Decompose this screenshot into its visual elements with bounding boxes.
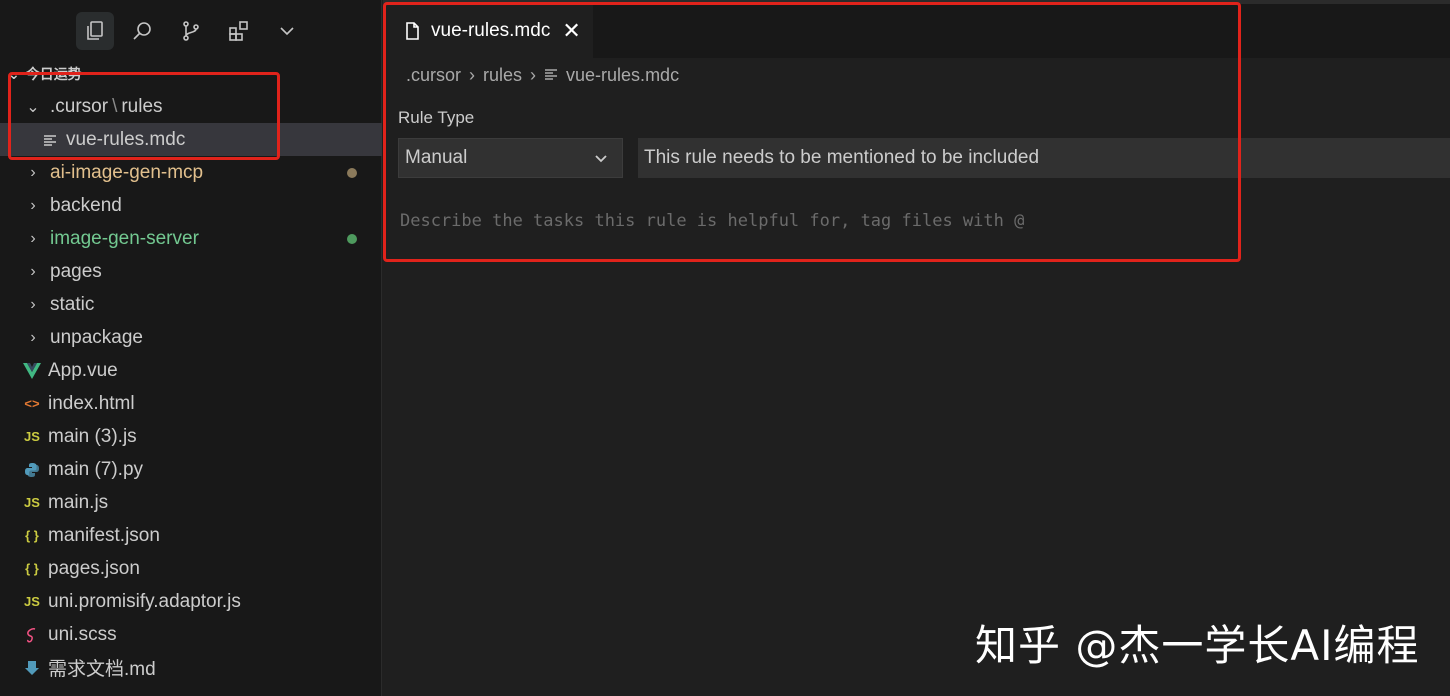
rule-type-description-text: This rule needs to be mentioned to be in…	[644, 147, 1040, 168]
tree-folder-image-gen-server[interactable]: › image-gen-server	[0, 222, 382, 255]
chevron-right-icon: ›	[30, 295, 36, 313]
chevron-right-icon: ›	[469, 64, 476, 85]
tree-file-main-7-py[interactable]: main (7).py	[0, 453, 382, 486]
tree-item-label: App.vue	[48, 359, 118, 381]
extensions-icon[interactable]	[220, 12, 258, 50]
breadcrumb-item[interactable]: .cursor	[406, 65, 461, 86]
tree-file-app-vue[interactable]: App.vue	[0, 354, 382, 387]
chevron-down-icon: ⌄	[26, 98, 40, 116]
json-icon: { }	[25, 528, 39, 543]
watermark: 知乎 @杰一学长AI编程	[975, 621, 1420, 670]
tree-item-label: uni.promisify.adaptor.js	[48, 590, 241, 612]
rule-type-label: Rule Type	[398, 108, 475, 127]
file-icon	[406, 22, 419, 40]
tab-bar: vue-rules.mdc ✕	[383, 0, 1450, 58]
tree-item-label: main (7).py	[48, 458, 144, 480]
tree-item-label: ai-image-gen-mcp	[50, 161, 204, 183]
tree-item-label: backend	[50, 194, 122, 216]
tree-item-label: unpackage	[50, 326, 143, 348]
breadcrumb: .cursor › rules › vue-rules.mdc	[406, 60, 679, 90]
js-icon: JS	[24, 594, 40, 609]
mdc-file-icon	[544, 65, 558, 86]
tree-item-label: static	[50, 293, 95, 315]
tree-item-label: pages	[50, 260, 102, 282]
tree-item-label: pages.json	[48, 557, 140, 579]
explorer-icon[interactable]	[76, 12, 114, 50]
scss-icon	[22, 627, 42, 643]
html-icon: <>	[24, 396, 40, 411]
close-icon[interactable]: ✕	[562, 18, 580, 44]
tree-folder-pages[interactable]: › pages	[0, 255, 382, 288]
tree-file-index-html[interactable]: <> index.html	[0, 387, 382, 420]
search-icon[interactable]	[124, 12, 162, 50]
rule-type-description: This rule needs to be mentioned to be in…	[638, 138, 1450, 178]
workspace-header[interactable]: ⌄ 今日运势	[0, 60, 382, 88]
rule-description-input[interactable]	[398, 205, 1232, 237]
chevron-right-icon: ›	[30, 262, 36, 280]
tree-folder-ai-image-gen-mcp[interactable]: › ai-image-gen-mcp	[0, 156, 382, 189]
tree-item-label: rules	[121, 95, 163, 117]
tree-item-label: .cursor	[50, 95, 109, 117]
untracked-dot-icon	[347, 233, 357, 244]
modified-dot-icon	[347, 167, 357, 178]
breadcrumb-item[interactable]: rules	[483, 65, 522, 86]
js-icon: JS	[24, 429, 40, 444]
tree-item-label: main.js	[48, 491, 109, 513]
tree-file-main-3-js[interactable]: JS main (3).js	[0, 420, 382, 453]
tree-item-label: index.html	[48, 392, 135, 414]
path-separator: \	[112, 95, 118, 117]
tree-file-uni-scss[interactable]: uni.scss	[0, 618, 382, 651]
workspace-name: 今日运势	[25, 66, 82, 82]
tree-file-pages-json[interactable]: { } pages.json	[0, 552, 382, 585]
chevron-down-icon	[592, 149, 610, 173]
tree-file-requirements-md[interactable]: 需求文档.md	[0, 651, 382, 684]
markdown-icon	[22, 660, 42, 676]
chevron-right-icon: ›	[530, 64, 537, 85]
tree-folder-cursor-rules[interactable]: ⌄ .cursor \ rules	[0, 90, 382, 123]
chevron-down-icon[interactable]	[268, 12, 306, 50]
vue-icon	[22, 362, 42, 379]
js-icon: JS	[24, 495, 40, 510]
tree-item-label: image-gen-server	[50, 227, 199, 249]
chevron-down-icon: ⌄	[8, 65, 20, 82]
tab-label: vue-rules.mdc	[431, 20, 551, 41]
tree-item-label: 需求文档.md	[48, 659, 156, 680]
mdc-file-icon	[40, 133, 60, 147]
chevron-right-icon: ›	[30, 328, 36, 346]
json-icon: { }	[25, 561, 39, 576]
rule-type-select[interactable]: Manual	[398, 138, 623, 178]
tree-file-main-js[interactable]: JS main.js	[0, 486, 382, 519]
tree-item-label: manifest.json	[48, 524, 160, 546]
python-icon	[22, 462, 42, 478]
tab-vue-rules[interactable]: vue-rules.mdc ✕	[383, 4, 593, 58]
tree-file-vue-rules[interactable]: vue-rules.mdc	[0, 123, 382, 156]
tree-item-label: vue-rules.mdc	[66, 128, 186, 150]
source-control-icon[interactable]	[172, 12, 210, 50]
tree-folder-backend[interactable]: › backend	[0, 189, 382, 222]
sidebar-toolbar	[0, 0, 382, 60]
breadcrumb-item[interactable]: vue-rules.mdc	[566, 65, 679, 86]
chevron-right-icon: ›	[30, 196, 36, 214]
explorer-sidebar: ⌄ 今日运势 ⌄ .cursor \ rules vue-rules.mdc ›…	[0, 0, 382, 696]
tree-file-uni-promisify[interactable]: JS uni.promisify.adaptor.js	[0, 585, 382, 618]
tree-item-label: uni.scss	[48, 623, 117, 645]
chevron-right-icon: ›	[30, 229, 36, 247]
tree-file-manifest-json[interactable]: { } manifest.json	[0, 519, 382, 552]
tree-folder-static[interactable]: › static	[0, 288, 382, 321]
rule-type-value: Manual	[405, 147, 468, 168]
chevron-right-icon: ›	[30, 163, 36, 181]
tree-item-label: main (3).js	[48, 425, 137, 447]
tree-folder-unpackage[interactable]: › unpackage	[0, 321, 382, 354]
